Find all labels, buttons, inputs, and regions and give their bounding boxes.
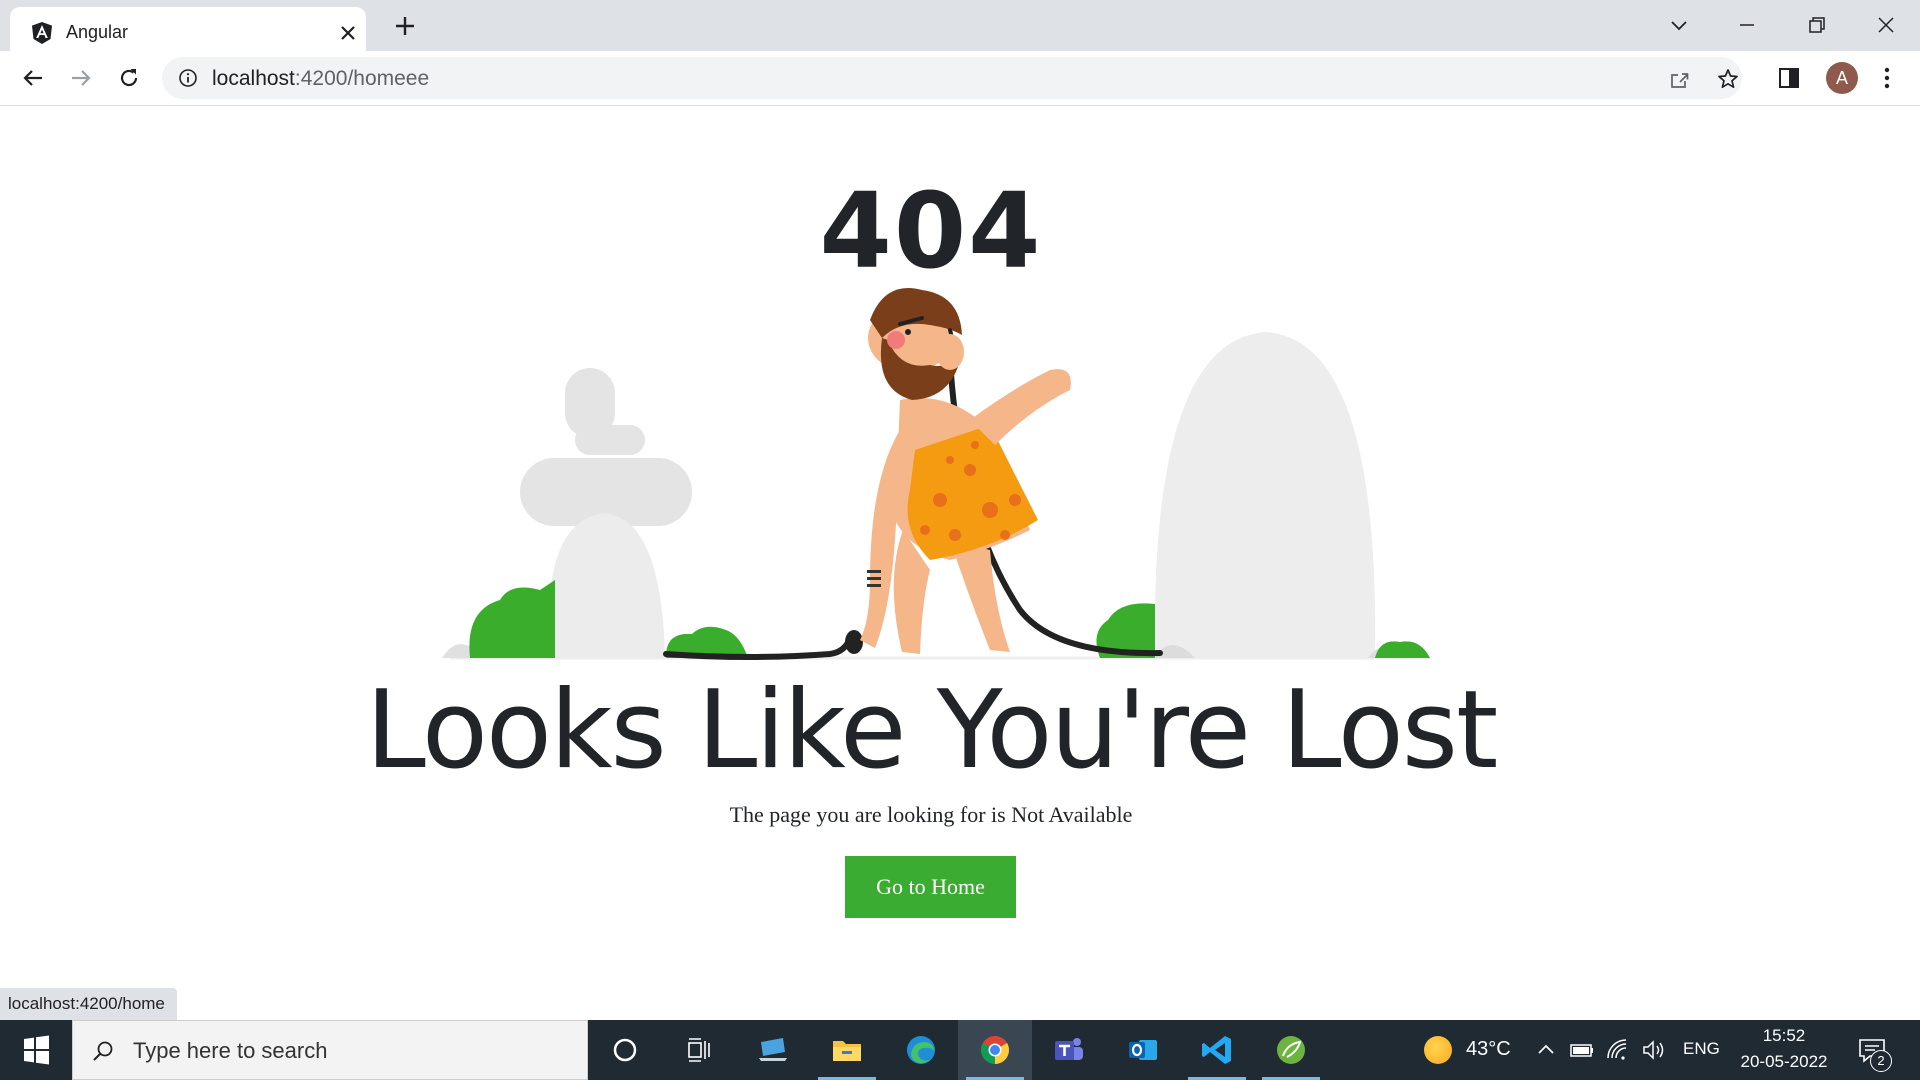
chrome-icon [981,1036,1009,1064]
tab-title: Angular [66,22,129,42]
vscode-icon [1202,1036,1231,1064]
profile-avatar[interactable]: A [1826,62,1858,94]
clock-date[interactable]: 20-05-2022 [1736,1052,1832,1072]
close-window-icon[interactable] [1871,10,1901,40]
cortana-button[interactable] [588,1020,662,1080]
close-tab-icon[interactable] [336,21,360,45]
page-headline: Looks Like You're Lost [365,668,1499,793]
angular-icon [32,22,52,44]
tab-strip: Angular [0,0,1920,51]
link-status-bubble: localhost:4200/home [0,988,177,1020]
restore-icon[interactable] [1802,10,1832,40]
taskbar-search[interactable]: Type here to search [72,1020,588,1080]
teams-icon [1055,1038,1083,1060]
weather-temperature[interactable]: 43°C [1466,1038,1511,1061]
share-icon[interactable] [1668,67,1692,91]
tab-search-icon[interactable] [1664,10,1694,40]
new-tab-icon[interactable] [392,13,418,39]
address-bar[interactable]: localhost:4200/homeee [162,57,1742,99]
site-info-icon[interactable] [178,68,198,88]
go-to-home-button[interactable]: Go to Home [845,856,1016,918]
bookmark-star-icon[interactable] [1716,67,1740,91]
network-pc-icon [759,1038,787,1061]
url-text: localhost:4200/homeee [212,67,430,90]
reload-icon[interactable] [114,63,144,93]
teams-button[interactable] [1032,1020,1106,1080]
wifi-icon[interactable] [1604,1036,1632,1064]
minimize-icon[interactable] [1732,10,1762,40]
side-panel-icon[interactable] [1776,65,1802,91]
battery-icon[interactable] [1568,1036,1596,1064]
task-view-button[interactable] [662,1020,736,1080]
vscode-button[interactable] [1180,1020,1254,1080]
chrome-button[interactable] [958,1020,1032,1080]
file-explorer-button[interactable] [810,1020,884,1080]
notification-count-badge: 2 [1870,1050,1892,1072]
more-menu-icon[interactable] [1874,65,1900,91]
forward-icon[interactable] [66,63,96,93]
tray-overflow-icon[interactable] [1532,1036,1560,1064]
file-explorer-icon [833,1041,861,1061]
network-pc-button[interactable] [736,1020,810,1080]
language-indicator[interactable]: ENG [1683,1039,1720,1059]
browser-toolbar: localhost:4200/homeee A [0,51,1920,106]
clock-time[interactable]: 15:52 [1736,1026,1832,1046]
windows-start-icon[interactable] [0,1020,72,1080]
outlook-icon [1129,1040,1157,1060]
search-placeholder: Type here to search [133,1038,328,1063]
cortana-icon [613,1038,637,1062]
taskbar: Type here to search 43°C ENG 15:52 20-05… [0,1020,1920,1080]
error-code: 404 [819,170,1043,292]
volume-icon[interactable] [1640,1036,1668,1064]
spring-icon [1277,1036,1305,1064]
search-icon [93,1041,113,1061]
tab-angular[interactable]: Angular [10,7,366,51]
task-view-icon [688,1038,710,1062]
edge-icon [907,1036,935,1064]
edge-button[interactable] [884,1020,958,1080]
back-icon[interactable] [18,63,48,93]
weather-sun-icon[interactable] [1424,1036,1452,1064]
lost-caveman-illustration [442,288,1430,660]
outlook-button[interactable] [1106,1020,1180,1080]
page-subtext: The page you are looking for is Not Avai… [729,802,1133,827]
spring-tool-button[interactable] [1254,1020,1328,1080]
